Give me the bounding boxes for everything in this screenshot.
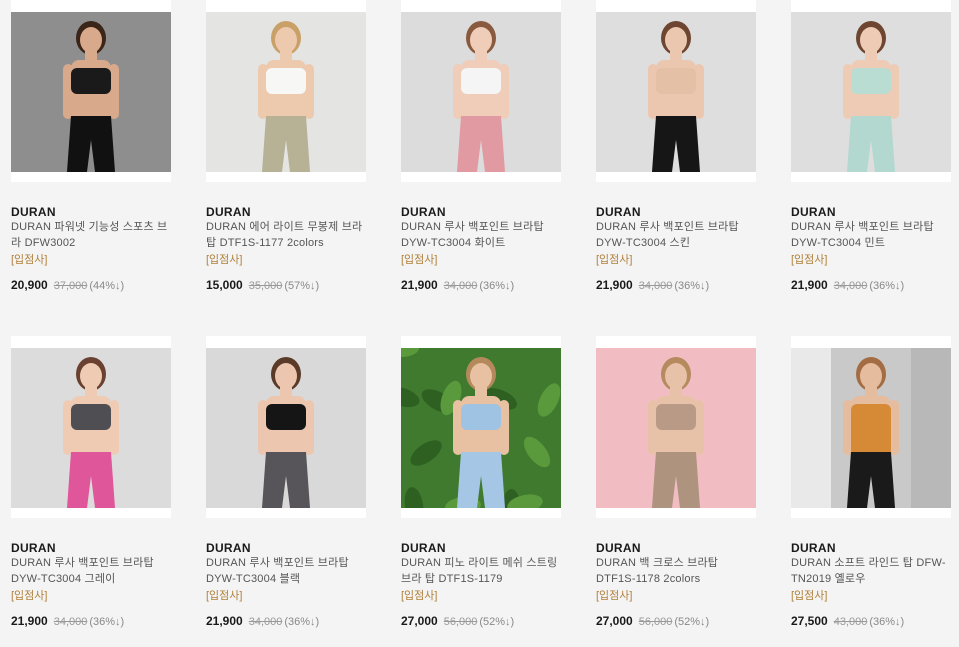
product-card[interactable]: DURAN DURAN 루사 백포인트 브라탑 DYW-TC3004 화이트 [입점…	[401, 0, 561, 300]
vendor-badge: [입점사]	[791, 254, 828, 266]
sale-price: 27,000	[596, 614, 633, 628]
product-name[interactable]: DURAN 루사 백포인트 브라탑 DYW-TC3004 화이트	[401, 219, 561, 251]
original-price: 34,000	[248, 616, 283, 628]
product-brand: DURAN	[596, 541, 641, 555]
discount-rate: (52%↓)	[674, 616, 710, 628]
discount-rate: (36%↓)	[89, 616, 125, 628]
vendor-badge: [입점사]	[206, 254, 243, 266]
original-price: 56,000	[443, 616, 478, 628]
product-brand: DURAN	[206, 541, 251, 555]
original-price: 34,000	[53, 616, 88, 628]
sale-price: 21,900	[401, 278, 438, 292]
product-price: 21,900 34,000 (36%↓)	[11, 614, 124, 628]
discount-rate: (36%↓)	[479, 280, 515, 292]
product-brand: DURAN	[401, 205, 446, 219]
discount-rate: (52%↓)	[479, 616, 515, 628]
product-brand: DURAN	[791, 205, 836, 219]
product-price: 20,900 37,000 (44%↓)	[11, 278, 124, 292]
product-photo[interactable]	[11, 12, 171, 172]
vendor-badge: [입점사]	[596, 590, 633, 602]
sale-price: 27,000	[401, 614, 438, 628]
product-grid: DURAN DURAN 파워넷 기능성 스포츠 브라 DFW3002 [입점사] 20…	[0, 0, 959, 647]
product-price: 27,000 56,000 (52%↓)	[401, 614, 514, 628]
original-price: 43,000	[833, 616, 868, 628]
discount-rate: (57%↓)	[284, 280, 320, 292]
vendor-badge: [입점사]	[11, 254, 48, 266]
product-card[interactable]: DURAN DURAN 파워넷 기능성 스포츠 브라 DFW3002 [입점사] 20…	[11, 0, 171, 300]
product-card[interactable]: DURAN DURAN 루사 백포인트 브라탑 DYW-TC3004 스킨 [입점사…	[596, 0, 756, 300]
discount-rate: (44%↓)	[89, 280, 125, 292]
sale-price: 21,900	[206, 614, 243, 628]
discount-rate: (36%↓)	[869, 616, 905, 628]
product-name[interactable]: DURAN 파워넷 기능성 스포츠 브라 DFW3002	[11, 219, 171, 251]
original-price: 56,000	[638, 616, 673, 628]
product-price: 21,900 34,000 (36%↓)	[206, 614, 319, 628]
original-price: 34,000	[833, 280, 868, 292]
product-price: 27,000 56,000 (52%↓)	[596, 614, 709, 628]
vendor-badge: [입점사]	[206, 590, 243, 602]
product-name[interactable]: DURAN 백 크로스 브라탑 DTF1S-1178 2colors	[596, 555, 756, 587]
product-brand: DURAN	[206, 205, 251, 219]
discount-rate: (36%↓)	[869, 280, 905, 292]
product-price: 27,500 43,000 (36%↓)	[791, 614, 904, 628]
sale-price: 21,900	[11, 614, 48, 628]
product-photo[interactable]	[401, 348, 561, 508]
product-name[interactable]: DURAN 피노 라이트 메쉬 스트링 브라 탑 DTF1S-1179	[401, 555, 561, 587]
original-price: 37,000	[53, 280, 88, 292]
original-price: 35,000	[248, 280, 283, 292]
product-card[interactable]: DURAN DURAN 루사 백포인트 브라탑 DYW-TC3004 민트 [입점사…	[791, 0, 951, 300]
product-name[interactable]: DURAN 루사 백포인트 브라탑 DYW-TC3004 그레이	[11, 555, 171, 587]
original-price: 34,000	[638, 280, 673, 292]
product-brand: DURAN	[596, 205, 641, 219]
original-price: 34,000	[443, 280, 478, 292]
product-name[interactable]: DURAN 루사 백포인트 브라탑 DYW-TC3004 민트	[791, 219, 951, 251]
product-photo[interactable]	[596, 348, 756, 508]
vendor-badge: [입점사]	[401, 254, 438, 266]
product-card[interactable]: DURAN DURAN 백 크로스 브라탑 DTF1S-1178 2colors […	[596, 336, 756, 636]
sale-price: 15,000	[206, 278, 243, 292]
product-name[interactable]: DURAN 에어 라이트 무봉제 브라탑 DTF1S-1177 2colors	[206, 219, 366, 251]
vendor-badge: [입점사]	[401, 590, 438, 602]
product-name[interactable]: DURAN 루사 백포인트 브라탑 DYW-TC3004 블랙	[206, 555, 366, 587]
sale-price: 27,500	[791, 614, 828, 628]
product-photo[interactable]	[206, 348, 366, 508]
product-price: 15,000 35,000 (57%↓)	[206, 278, 319, 292]
product-name[interactable]: DURAN 소프트 라인드 탑 DFW-TN2019 옐로우	[791, 555, 951, 587]
product-price: 21,900 34,000 (36%↓)	[791, 278, 904, 292]
discount-rate: (36%↓)	[674, 280, 710, 292]
product-price: 21,900 34,000 (36%↓)	[401, 278, 514, 292]
vendor-badge: [입점사]	[596, 254, 633, 266]
product-card[interactable]: DURAN DURAN 에어 라이트 무봉제 브라탑 DTF1S-1177 2co…	[206, 0, 366, 300]
product-brand: DURAN	[401, 541, 446, 555]
vendor-badge: [입점사]	[11, 590, 48, 602]
vendor-badge: [입점사]	[791, 590, 828, 602]
product-brand: DURAN	[11, 541, 56, 555]
product-photo[interactable]	[206, 12, 366, 172]
sale-price: 20,900	[11, 278, 48, 292]
product-photo[interactable]	[596, 12, 756, 172]
sale-price: 21,900	[791, 278, 828, 292]
product-photo[interactable]	[791, 12, 951, 172]
discount-rate: (36%↓)	[284, 616, 320, 628]
product-brand: DURAN	[11, 205, 56, 219]
product-photo[interactable]	[11, 348, 171, 508]
product-photo[interactable]	[791, 348, 951, 508]
product-card[interactable]: DURAN DURAN 루사 백포인트 브라탑 DYW-TC3004 그레이 [입점…	[11, 336, 171, 636]
product-card[interactable]: DURAN DURAN 피노 라이트 메쉬 스트링 브라 탑 DTF1S-1179…	[401, 336, 561, 636]
product-photo[interactable]	[401, 12, 561, 172]
product-card[interactable]: DURAN DURAN 소프트 라인드 탑 DFW-TN2019 옐로우 [입점사]…	[791, 336, 951, 636]
product-price: 21,900 34,000 (36%↓)	[596, 278, 709, 292]
product-card[interactable]: DURAN DURAN 루사 백포인트 브라탑 DYW-TC3004 블랙 [입점사…	[206, 336, 366, 636]
product-brand: DURAN	[791, 541, 836, 555]
product-name[interactable]: DURAN 루사 백포인트 브라탑 DYW-TC3004 스킨	[596, 219, 756, 251]
sale-price: 21,900	[596, 278, 633, 292]
